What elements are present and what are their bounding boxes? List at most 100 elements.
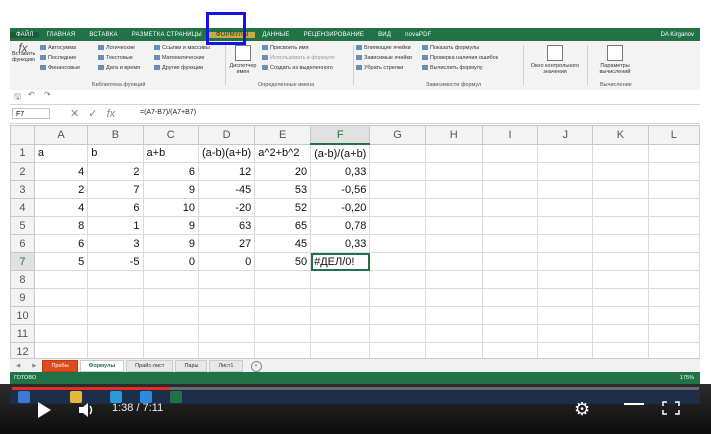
cell-c1[interactable]: a+b [142, 143, 200, 163]
row-header[interactable]: 9 [10, 288, 35, 307]
cell-h3[interactable] [424, 180, 483, 199]
use-in-formula-button[interactable]: Использовать в формуле [262, 55, 335, 61]
watch-window-button[interactable]: Окно контрольного значения [525, 45, 585, 75]
tab-data[interactable]: ДАННЫЕ [255, 32, 296, 38]
cell-c9[interactable] [142, 288, 200, 307]
cell-c6[interactable]: 9 [142, 234, 200, 253]
error-check-button[interactable]: Проверка наличия ошибок [422, 55, 498, 61]
cell-l7[interactable] [647, 252, 700, 271]
cell-l1[interactable] [647, 143, 700, 163]
cell-f11[interactable] [310, 324, 371, 343]
cell-l12[interactable] [647, 342, 700, 358]
cell-h4[interactable] [424, 198, 483, 217]
cell-c4[interactable]: 10 [142, 198, 200, 217]
logical-button[interactable]: Логические [98, 45, 135, 51]
cell-b10[interactable] [87, 306, 144, 325]
cell-l3[interactable] [647, 180, 700, 199]
cell-h6[interactable] [424, 234, 483, 253]
cell-d4[interactable]: -20 [197, 198, 256, 217]
cell-a12[interactable] [33, 342, 89, 358]
cell-i12[interactable] [481, 342, 539, 358]
row-header[interactable]: 7 [10, 252, 35, 271]
cell-d11[interactable] [197, 324, 256, 343]
tab-insert[interactable]: ВСТАВКА [82, 32, 124, 38]
tab-view[interactable]: ВИД [371, 32, 398, 38]
cell-c2[interactable]: 6 [142, 162, 200, 181]
cell-j9[interactable] [537, 288, 594, 307]
cell-c5[interactable]: 9 [142, 216, 200, 235]
cell-b3[interactable]: 7 [87, 180, 144, 199]
column-header-k[interactable]: K [592, 125, 649, 145]
cell-h7[interactable] [424, 252, 483, 271]
column-header-h[interactable]: H [424, 125, 483, 145]
cell-g6[interactable] [369, 234, 426, 253]
cell-j11[interactable] [537, 324, 594, 343]
save-icon[interactable]: 🖫 [14, 91, 21, 105]
zoom-level[interactable]: 175% [680, 372, 694, 384]
cell-h1[interactable] [424, 143, 483, 163]
cell-e5[interactable]: 65 [254, 216, 312, 235]
cell-a5[interactable]: 8 [33, 216, 89, 235]
cell-b5[interactable]: 1 [87, 216, 144, 235]
cell-j1[interactable] [537, 143, 594, 163]
column-header-j[interactable]: J [537, 125, 594, 145]
cell-f2[interactable]: 0,33 [310, 162, 371, 181]
cell-b9[interactable] [87, 288, 144, 307]
cell-g2[interactable] [369, 162, 426, 181]
cell-j7[interactable] [537, 252, 594, 271]
cell-g12[interactable] [369, 342, 426, 358]
row-header[interactable]: 12 [10, 342, 35, 358]
cell-k1[interactable] [592, 143, 649, 163]
cell-f10[interactable] [310, 306, 371, 325]
cell-a4[interactable]: 4 [33, 198, 89, 217]
assign-name-button[interactable]: Присвоить имя [262, 45, 309, 51]
cell-k4[interactable] [592, 198, 649, 217]
column-header-f[interactable]: F [310, 125, 371, 145]
cell-d3[interactable]: -45 [197, 180, 256, 199]
calc-options-button[interactable]: Параметры вычислений [590, 45, 640, 75]
column-header-a[interactable]: A [33, 125, 89, 145]
cell-j10[interactable] [537, 306, 594, 325]
evaluate-formula-button[interactable]: Вычислить формулу [422, 65, 483, 71]
cell-l2[interactable] [647, 162, 700, 181]
undo-icon[interactable]: ↶ [28, 90, 35, 99]
cell-h10[interactable] [424, 306, 483, 325]
cell-h11[interactable] [424, 324, 483, 343]
cell-b8[interactable] [87, 270, 144, 289]
cell-l10[interactable] [647, 306, 700, 325]
cell-b12[interactable] [87, 342, 144, 358]
cell-e3[interactable]: 53 [254, 180, 312, 199]
cell-i7[interactable] [481, 252, 539, 271]
cell-i2[interactable] [481, 162, 539, 181]
row-header[interactable]: 5 [10, 216, 35, 235]
cell-i5[interactable] [481, 216, 539, 235]
cell-f1[interactable]: (a-b)/(a+b) [310, 143, 371, 163]
cell-k11[interactable] [592, 324, 649, 343]
cell-f3[interactable]: -0,56 [310, 180, 371, 199]
select-all-corner[interactable] [10, 125, 35, 145]
cell-i1[interactable] [481, 143, 539, 163]
cell-e4[interactable]: 52 [254, 198, 312, 217]
column-header-b[interactable]: B [87, 125, 144, 145]
redo-icon[interactable]: ↷ [44, 90, 51, 99]
datetime-button[interactable]: Дата и время [98, 65, 140, 71]
cell-a6[interactable]: 6 [33, 234, 89, 253]
cell-l9[interactable] [647, 288, 700, 307]
cell-a8[interactable] [33, 270, 89, 289]
cell-h8[interactable] [424, 270, 483, 289]
cell-c7[interactable]: 0 [142, 252, 200, 271]
sheet-nav-prev-icon[interactable]: ◀ [10, 363, 26, 369]
cell-d10[interactable] [197, 306, 256, 325]
column-header-d[interactable]: D [197, 125, 256, 145]
cell-g3[interactable] [369, 180, 426, 199]
create-from-selection-button[interactable]: Создать из выделенного [262, 65, 333, 71]
text-functions-button[interactable]: Текстовые [98, 55, 133, 61]
cell-a1[interactable]: a [33, 143, 89, 163]
cell-c8[interactable] [142, 270, 200, 289]
insert-function-button[interactable]: fx Вставить функцию [12, 42, 35, 63]
cancel-icon[interactable]: ✕ [70, 108, 79, 120]
tab-file[interactable]: ФАЙЛ [10, 31, 40, 38]
column-header-g[interactable]: G [369, 125, 426, 145]
fx-icon[interactable]: fx [107, 108, 116, 120]
cell-a2[interactable]: 4 [33, 162, 89, 181]
